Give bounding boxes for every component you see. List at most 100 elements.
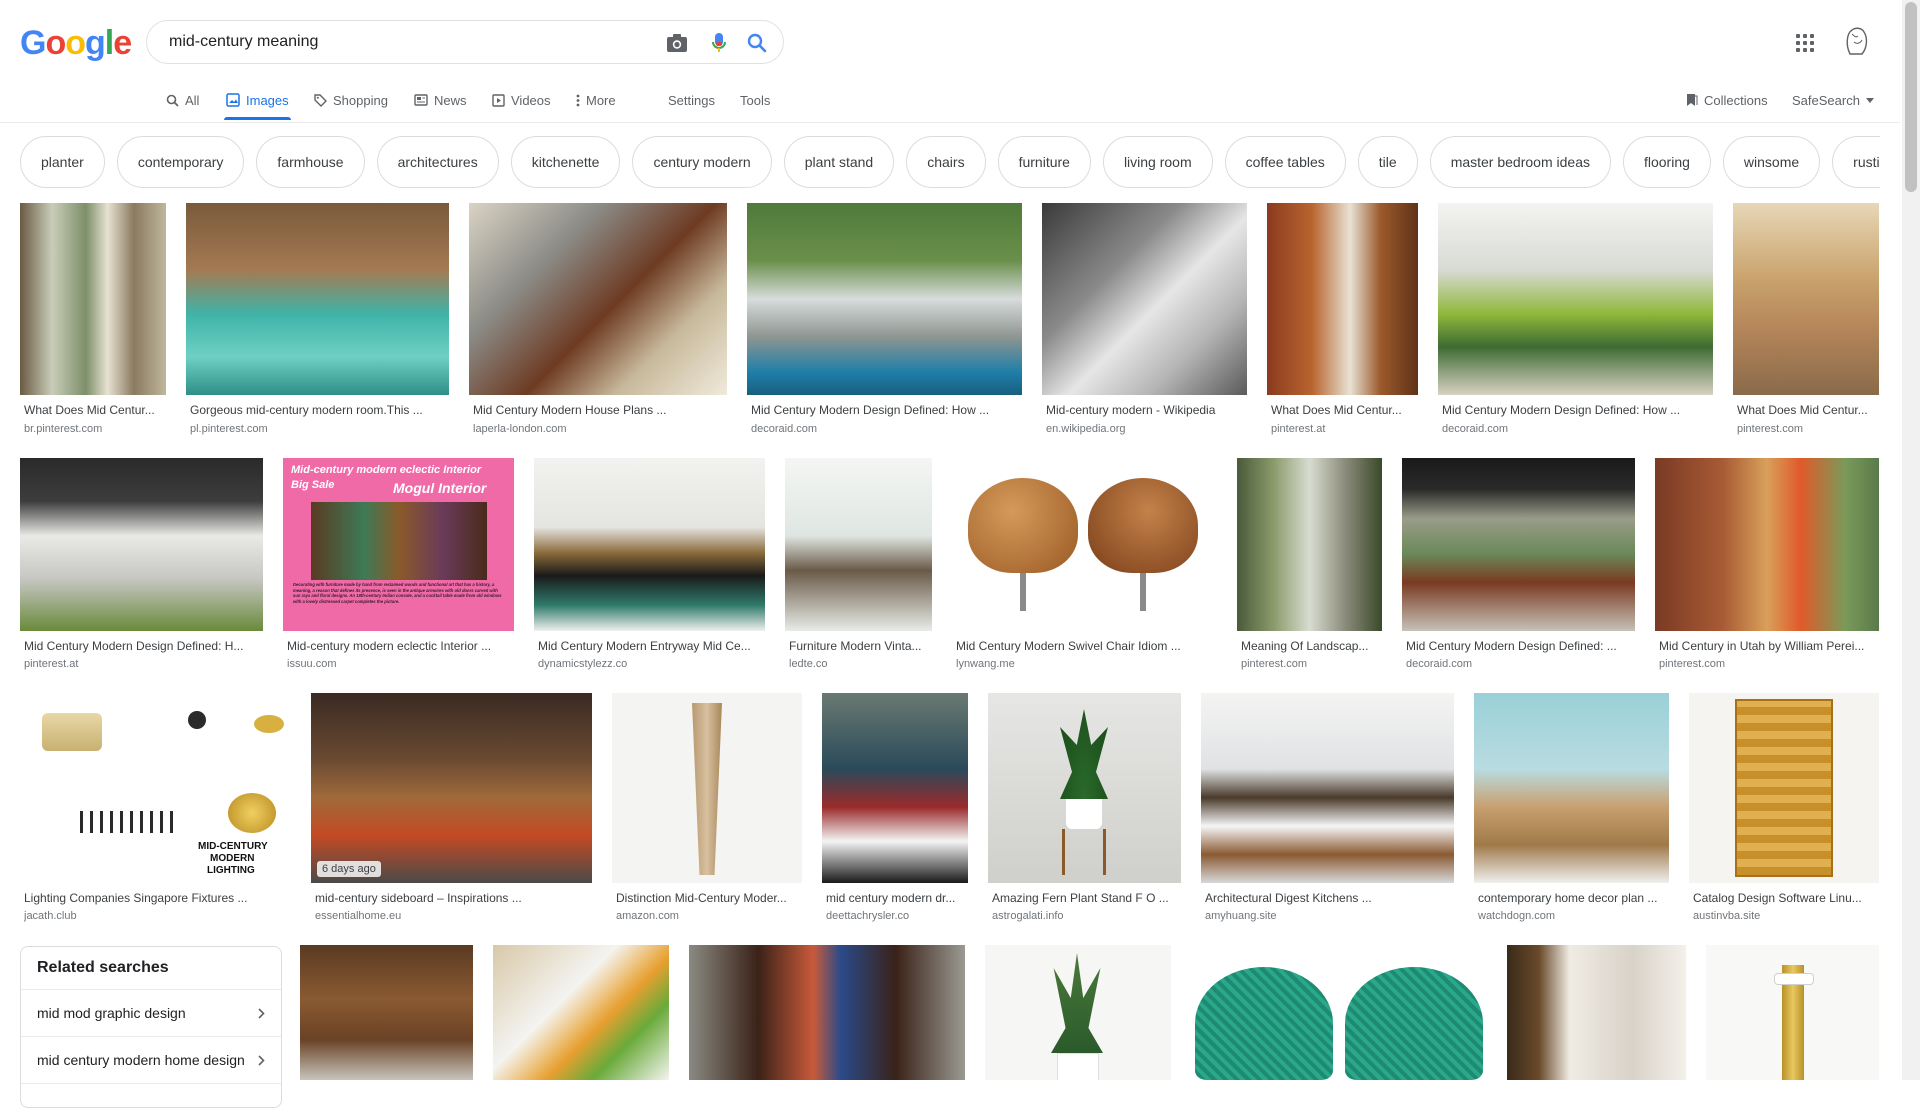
- image-result[interactable]: [689, 945, 965, 1080]
- result-thumbnail[interactable]: [952, 458, 1217, 631]
- image-result[interactable]: [1507, 945, 1686, 1080]
- image-result[interactable]: Mid Century Modern Design Defined: ... d…: [1402, 458, 1635, 674]
- result-title[interactable]: Gorgeous mid-century modern room.This ..…: [190, 403, 449, 417]
- result-thumbnail[interactable]: [985, 945, 1171, 1080]
- image-result[interactable]: Mid Century Modern Entryway Mid Ce... dy…: [534, 458, 765, 674]
- settings-link[interactable]: Settings: [668, 80, 715, 120]
- result-source[interactable]: dynamicstylezz.co: [538, 658, 765, 670]
- related-search-item[interactable]: mid mod graphic design: [21, 990, 281, 1037]
- result-title[interactable]: Mid Century Modern Design Defined: ...: [1406, 639, 1635, 653]
- result-title[interactable]: Mid Century Modern Entryway Mid Ce...: [538, 639, 765, 653]
- result-source[interactable]: essentialhome.eu: [315, 910, 592, 922]
- image-result[interactable]: mid century modern dr... deettachrysler.…: [822, 693, 968, 927]
- scrollbar-thumb[interactable]: [1905, 2, 1917, 192]
- chip-flooring[interactable]: flooring: [1622, 136, 1711, 188]
- image-result[interactable]: contemporary home decor plan ... watchdo…: [1474, 693, 1669, 927]
- image-result[interactable]: Catalog Design Software Linu... austinvb…: [1689, 693, 1879, 927]
- result-source[interactable]: pinterest.at: [1271, 423, 1418, 435]
- camera-icon[interactable]: [665, 31, 689, 55]
- result-title[interactable]: Mid Century Modern Design Defined: How .…: [1442, 403, 1713, 417]
- result-source[interactable]: decoraid.com: [1442, 423, 1713, 435]
- result-title[interactable]: Mid Century Modern Swivel Chair Idiom ..…: [956, 639, 1217, 653]
- result-title[interactable]: Meaning Of Landscap...: [1241, 639, 1382, 653]
- tab-shopping[interactable]: Shopping: [314, 80, 388, 120]
- image-result[interactable]: [1706, 945, 1879, 1080]
- image-result[interactable]: 6 days ago mid-century sideboard – Inspi…: [311, 693, 592, 927]
- result-thumbnail[interactable]: [1733, 203, 1879, 395]
- tab-all[interactable]: All: [166, 80, 199, 120]
- image-result[interactable]: [493, 945, 669, 1080]
- result-title[interactable]: Amazing Fern Plant Stand F O ...: [992, 891, 1181, 905]
- result-source[interactable]: deettachrysler.co: [826, 910, 968, 922]
- result-title[interactable]: mid-century sideboard – Inspirations ...: [315, 891, 592, 905]
- result-source[interactable]: lynwang.me: [956, 658, 1217, 670]
- chip-architectures[interactable]: architectures: [376, 136, 499, 188]
- chip-coffee-tables[interactable]: coffee tables: [1224, 136, 1346, 188]
- result-thumbnail[interactable]: [1237, 458, 1382, 631]
- result-title[interactable]: Mid-century modern eclectic Interior ...: [287, 639, 514, 653]
- result-thumbnail[interactable]: [988, 693, 1181, 883]
- account-avatar[interactable]: [1842, 26, 1872, 58]
- result-thumbnail[interactable]: [689, 945, 965, 1080]
- result-thumbnail[interactable]: [1042, 203, 1247, 395]
- result-thumbnail[interactable]: [1655, 458, 1879, 631]
- result-source[interactable]: decoraid.com: [1406, 658, 1635, 670]
- chip-winsome[interactable]: winsome: [1722, 136, 1821, 188]
- result-thumbnail[interactable]: [469, 203, 727, 395]
- image-result[interactable]: MID-CENTURY MODERN LIGHTING Lighting Com…: [20, 693, 291, 927]
- image-result[interactable]: Mid Century in Utah by William Perei... …: [1655, 458, 1879, 674]
- result-title[interactable]: What Does Mid Centur...: [24, 403, 166, 417]
- result-title[interactable]: Mid Century in Utah by William Perei...: [1659, 639, 1879, 653]
- result-source[interactable]: pinterest.com: [1659, 658, 1879, 670]
- image-result[interactable]: Mid Century Modern Design Defined: H... …: [20, 458, 263, 674]
- result-thumbnail[interactable]: [747, 203, 1022, 395]
- page-scrollbar[interactable]: [1902, 0, 1920, 1080]
- tab-videos[interactable]: Videos: [492, 80, 551, 120]
- result-source[interactable]: ledte.co: [789, 658, 932, 670]
- image-result[interactable]: Amazing Fern Plant Stand F O ... astroga…: [988, 693, 1181, 927]
- result-source[interactable]: astrogalati.info: [992, 910, 1181, 922]
- chip-contemporary[interactable]: contemporary: [116, 136, 245, 188]
- result-title[interactable]: contemporary home decor plan ...: [1478, 891, 1669, 905]
- result-thumbnail[interactable]: [1191, 945, 1487, 1080]
- chip-plant-stand[interactable]: plant stand: [783, 136, 895, 188]
- image-result[interactable]: Mid Century Modern House Plans ... laper…: [469, 203, 727, 439]
- chip-planter[interactable]: planter: [20, 136, 105, 188]
- result-title[interactable]: Mid Century Modern Design Defined: How .…: [751, 403, 1022, 417]
- result-source[interactable]: pinterest.at: [24, 658, 263, 670]
- image-result[interactable]: Mid-century modern eclectic Interior Big…: [283, 458, 514, 674]
- result-source[interactable]: austinvba.site: [1693, 910, 1879, 922]
- image-result[interactable]: What Does Mid Centur... pinterest.at: [1267, 203, 1418, 439]
- result-source[interactable]: pinterest.com: [1241, 658, 1382, 670]
- result-thumbnail[interactable]: [1507, 945, 1686, 1080]
- image-result[interactable]: What Does Mid Centur... pinterest.com: [1733, 203, 1879, 439]
- result-source[interactable]: decoraid.com: [751, 423, 1022, 435]
- result-title[interactable]: mid century modern dr...: [826, 891, 968, 905]
- result-thumbnail[interactable]: [300, 945, 473, 1080]
- result-source[interactable]: pl.pinterest.com: [190, 423, 449, 435]
- result-source[interactable]: watchdogn.com: [1478, 910, 1669, 922]
- result-title[interactable]: What Does Mid Centur...: [1271, 403, 1418, 417]
- result-title[interactable]: Mid Century Modern House Plans ...: [473, 403, 727, 417]
- tab-news[interactable]: News: [414, 80, 467, 120]
- result-thumbnail[interactable]: 6 days ago: [311, 693, 592, 883]
- result-source[interactable]: br.pinterest.com: [24, 423, 166, 435]
- result-thumbnail[interactable]: [493, 945, 669, 1080]
- result-source[interactable]: jacath.club: [24, 910, 291, 922]
- result-title[interactable]: Catalog Design Software Linu...: [1693, 891, 1879, 905]
- image-result[interactable]: Architectural Digest Kitchens ... amyhua…: [1201, 693, 1454, 927]
- result-thumbnail[interactable]: [1474, 693, 1669, 883]
- result-source[interactable]: issuu.com: [287, 658, 514, 670]
- chip-master-bedroom-ideas[interactable]: master bedroom ideas: [1429, 136, 1611, 188]
- image-result[interactable]: Furniture Modern Vinta... ledte.co: [785, 458, 932, 674]
- chip-kitchenette[interactable]: kitchenette: [510, 136, 621, 188]
- result-title[interactable]: Distinction Mid-Century Moder...: [616, 891, 802, 905]
- result-title[interactable]: Lighting Companies Singapore Fixtures ..…: [24, 891, 291, 905]
- result-thumbnail[interactable]: [20, 458, 263, 631]
- image-result[interactable]: [1191, 945, 1487, 1080]
- image-result[interactable]: Mid-century modern - Wikipedia en.wikipe…: [1042, 203, 1247, 439]
- result-thumbnail[interactable]: [534, 458, 765, 631]
- chip-farmhouse[interactable]: farmhouse: [256, 136, 365, 188]
- related-search-item[interactable]: mid century modern home design: [21, 1037, 281, 1084]
- image-result[interactable]: Mid Century Modern Swivel Chair Idiom ..…: [952, 458, 1217, 674]
